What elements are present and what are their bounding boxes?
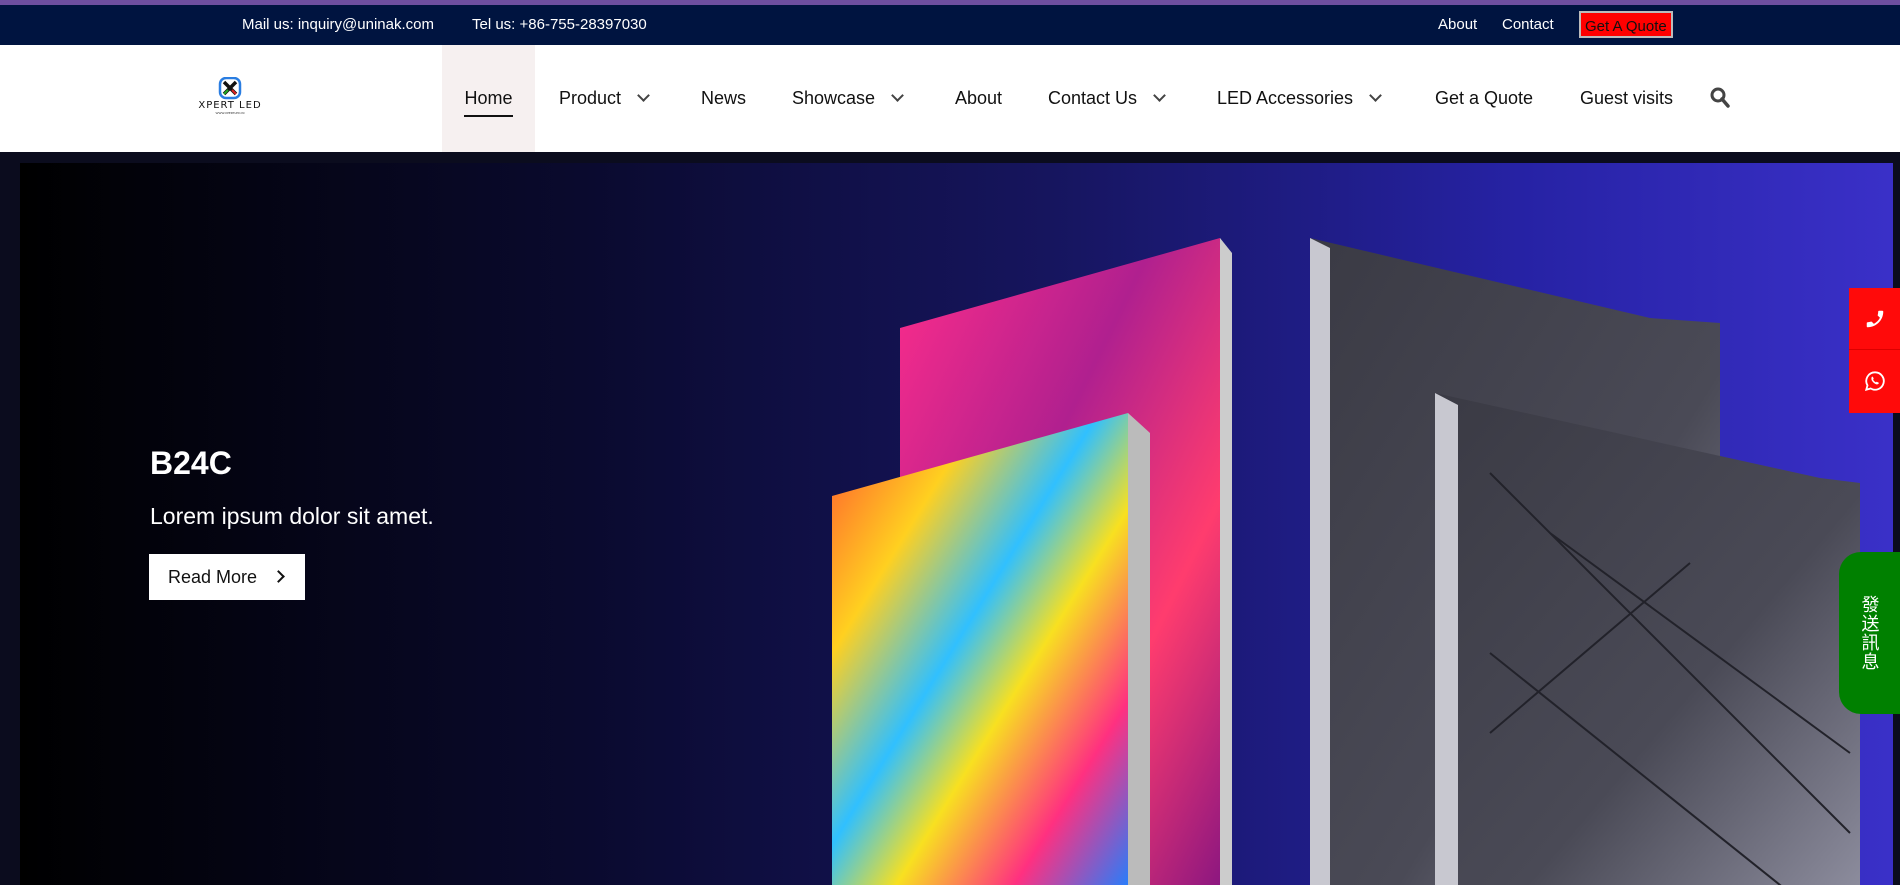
- nav-led-accessories[interactable]: LED Accessories: [1217, 45, 1382, 152]
- mail-link[interactable]: Mail us: inquiry@uninak.com: [242, 16, 434, 33]
- hero-title: B24C: [150, 445, 232, 481]
- contact-widget: [1849, 288, 1900, 413]
- led-panel-product-image: [832, 238, 1860, 885]
- hero-banner: B24C Lorem ipsum dolor sit amet. Read Mo…: [20, 163, 1893, 885]
- phone-icon: [1866, 310, 1883, 327]
- nav-get-a-quote[interactable]: Get a Quote: [1435, 45, 1533, 152]
- nav-about[interactable]: About: [955, 45, 1002, 152]
- nav-product[interactable]: Product: [559, 45, 650, 152]
- nav-news[interactable]: News: [701, 45, 746, 152]
- nav-label: Showcase: [792, 88, 876, 108]
- svg-text:XPERT LED: XPERT LED: [198, 100, 261, 111]
- send-message-button[interactable]: 發送訊息: [1839, 552, 1900, 714]
- top-link-contact[interactable]: Contact: [1502, 16, 1554, 33]
- nav-label: Product: [559, 88, 622, 108]
- read-more-button[interactable]: Read More: [149, 554, 305, 600]
- top-link-about[interactable]: About: [1438, 16, 1477, 33]
- main-nav: XPERT LED WWW.XPERTLED.IN Home Product N…: [0, 45, 1900, 152]
- whatsapp-icon: [1864, 371, 1885, 392]
- nav-label: LED Accessories: [1217, 88, 1354, 108]
- chevron-down-icon: [637, 89, 650, 102]
- nav-showcase[interactable]: Showcase: [792, 45, 904, 152]
- chevron-down-icon: [1369, 89, 1382, 102]
- search-icon[interactable]: [1710, 87, 1730, 109]
- phone-button[interactable]: [1849, 288, 1900, 350]
- read-more-label: Read More: [168, 567, 258, 587]
- get-a-quote-button[interactable]: Get A Quote: [1579, 11, 1673, 38]
- tel-link[interactable]: Tel us: +86-755-28397030: [472, 16, 647, 33]
- whatsapp-button[interactable]: [1849, 350, 1900, 412]
- logo[interactable]: XPERT LED WWW.XPERTLED.IN: [190, 77, 270, 117]
- nav-contact-us[interactable]: Contact Us: [1048, 45, 1166, 152]
- hero-subtitle: Lorem ipsum dolor sit amet.: [150, 503, 434, 529]
- chevron-right-icon: [272, 570, 285, 583]
- nav-label: Contact Us: [1048, 88, 1138, 108]
- svg-text:WWW.XPERTLED.IN: WWW.XPERTLED.IN: [216, 111, 245, 115]
- nav-home[interactable]: Home: [442, 45, 535, 152]
- top-bar: Mail us: inquiry@uninak.com Tel us: +86-…: [0, 5, 1900, 45]
- nav-guest-visits[interactable]: Guest visits: [1580, 45, 1673, 152]
- chevron-down-icon: [891, 89, 904, 102]
- chevron-down-icon: [1153, 89, 1166, 102]
